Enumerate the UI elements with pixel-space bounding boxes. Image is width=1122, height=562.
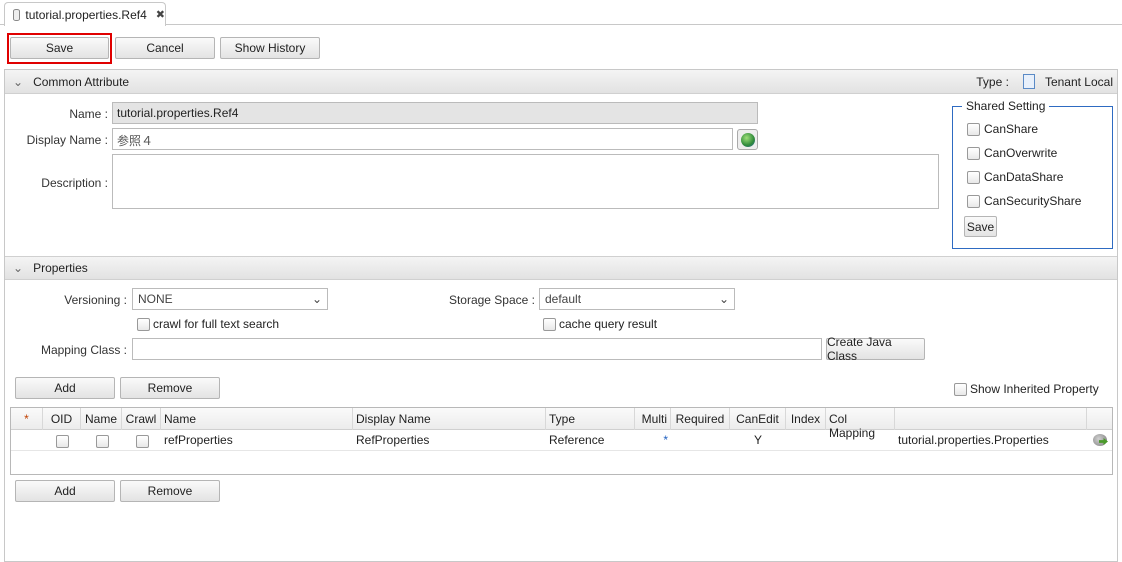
common-attribute-header[interactable]: ⌄ Common Attribute Type : Tenant Local (5, 70, 1117, 94)
display-name-field[interactable]: 参照４ (112, 128, 733, 150)
chevron-down-icon: ⌄ (13, 261, 24, 275)
shared-save-button[interactable]: Save (964, 216, 997, 237)
name-field: tutorial.properties.Ref4 (112, 102, 758, 124)
col-header-crawl[interactable]: Crawl (122, 408, 161, 430)
mapping-class-field[interactable] (132, 338, 822, 360)
globe-icon (740, 132, 755, 147)
chevron-down-icon: ⌄ (718, 292, 729, 306)
description-label: Description : (41, 176, 108, 190)
checkbox[interactable] (543, 317, 556, 331)
link-arrow-icon[interactable] (1093, 434, 1108, 446)
tab-title: tutorial.properties.Ref4 (25, 7, 147, 22)
versioning-value: NONE (138, 292, 173, 306)
col-header-name[interactable]: Name (161, 408, 353, 430)
shared-setting-title: Shared Setting (962, 99, 1050, 113)
checkbox[interactable] (967, 146, 980, 160)
checkbox-label: CanSecurityShare (984, 194, 1082, 208)
crawl-checkbox[interactable] (136, 435, 149, 448)
properties-header[interactable]: ⌄ Properties (5, 256, 1117, 280)
col-header-required-marker[interactable]: * (11, 408, 43, 430)
remove-button-bottom[interactable]: Remove (120, 480, 220, 502)
col-header-oid[interactable]: OID (43, 408, 81, 430)
save-button[interactable]: Save (10, 37, 109, 59)
cell-type: Reference (549, 433, 605, 447)
checkbox-label: cache query result (559, 317, 658, 331)
chevron-down-icon: ⌄ (311, 292, 322, 306)
col-header-required[interactable]: Required (671, 408, 730, 430)
checkbox[interactable] (137, 317, 150, 331)
name-checkbox[interactable] (96, 435, 109, 448)
cell-name: refProperties (164, 433, 233, 447)
section-title: Properties (33, 261, 88, 275)
col-header-multi[interactable]: Multi (635, 408, 671, 430)
oid-checkbox[interactable] (56, 435, 69, 448)
col-header-index[interactable]: Index (786, 408, 826, 430)
grid-header: * OID Name Crawl Name Display Name Type … (11, 408, 1112, 440)
versioning-label: Versioning : (64, 293, 127, 307)
show-history-button[interactable]: Show History (220, 37, 320, 59)
col-header-col-mapping[interactable]: Col Mapping (826, 408, 895, 440)
name-label: Name : (69, 107, 108, 121)
add-button[interactable]: Add (15, 377, 115, 399)
checkbox-label: CanOverwrite (984, 146, 1058, 160)
table-row[interactable]: refProperties RefProperties Reference * … (11, 430, 1112, 451)
cell-display-name: RefProperties (356, 433, 430, 447)
checkbox[interactable] (954, 382, 967, 396)
cache-checkbox[interactable]: cache query result (543, 317, 657, 331)
type-value: Tenant Local (1044, 74, 1113, 89)
mapping-class-label: Mapping Class : (40, 343, 127, 357)
checkbox-label: Show Inherited Property (970, 382, 1099, 396)
checkbox-label: crawl for full text search (153, 317, 280, 331)
chevron-down-icon: ⌄ (13, 74, 24, 89)
type-label: Type : (976, 74, 1009, 89)
cell-index (786, 430, 826, 450)
col-header-display-name[interactable]: Display Name (353, 408, 546, 430)
tab-bar (0, 0, 1122, 25)
canshare-checkbox[interactable]: CanShare (967, 122, 1038, 136)
property-grid: * OID Name Crawl Name Display Name Type … (10, 407, 1113, 475)
storage-value: default (545, 292, 582, 306)
checkbox[interactable] (967, 122, 980, 136)
versioning-select[interactable]: NONE ⌄ (132, 288, 328, 310)
remove-button[interactable]: Remove (120, 377, 220, 399)
add-button-bottom[interactable]: Add (15, 480, 115, 502)
canoverwrite-checkbox[interactable]: CanOverwrite (967, 146, 1057, 160)
description-field[interactable] (112, 154, 939, 209)
cancel-button[interactable]: Cancel (115, 37, 215, 59)
checkbox-label: CanShare (984, 122, 1039, 136)
candatashare-checkbox[interactable]: CanDataShare (967, 170, 1063, 184)
col-header-reference[interactable] (895, 408, 1087, 430)
display-name-label: Display Name : (26, 133, 108, 147)
storage-select[interactable]: default ⌄ (539, 288, 735, 310)
cansecurityshare-checkbox[interactable]: CanSecurityShare (967, 194, 1081, 208)
section-title: Common Attribute (33, 74, 130, 89)
checkbox-label: CanDataShare (984, 170, 1064, 184)
globe-button[interactable] (737, 129, 758, 150)
cell-reference: tutorial.properties.Properties (898, 433, 1049, 447)
storage-label: Storage Space : (448, 293, 535, 307)
cell-col-mapping (826, 430, 895, 450)
col-header-type[interactable]: Type (546, 408, 635, 430)
database-icon (13, 8, 21, 21)
cell-required (671, 430, 730, 450)
checkbox[interactable] (967, 194, 980, 208)
col-header-name-flag[interactable]: Name (81, 408, 122, 430)
create-java-class-button[interactable]: Create Java Class (826, 335, 925, 363)
col-header-canedit[interactable]: CanEdit (730, 408, 786, 430)
close-icon[interactable]: ✖ (156, 8, 165, 21)
cell-multi: * (663, 433, 668, 447)
tab-ref4[interactable]: tutorial.properties.Ref4 ✖ (4, 2, 166, 26)
crawl-checkbox[interactable]: crawl for full text search (137, 317, 279, 331)
cell-canedit: Y (753, 433, 762, 447)
checkbox[interactable] (967, 170, 980, 184)
document-icon (1022, 74, 1035, 89)
show-inherited-checkbox[interactable]: Show Inherited Property (954, 382, 1099, 396)
